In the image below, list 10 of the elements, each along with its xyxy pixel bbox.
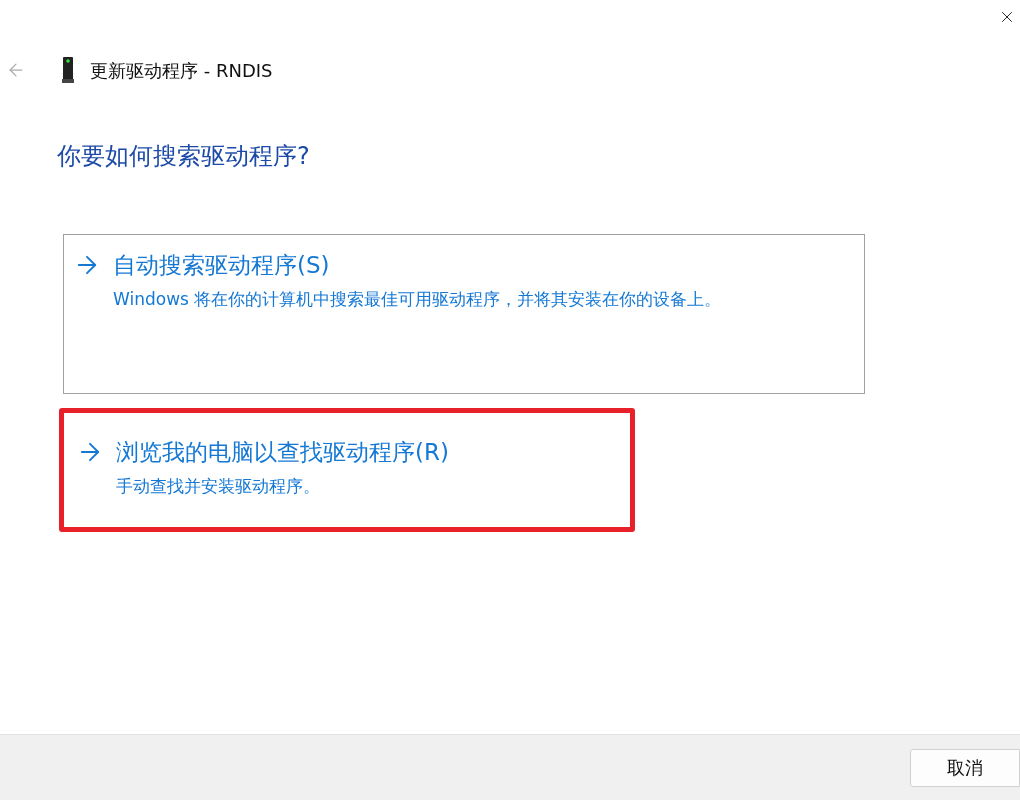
option-title: 自动搜索驱动程序(S) bbox=[113, 251, 330, 280]
device-icon bbox=[62, 57, 74, 83]
option-title: 浏览我的电脑以查找驱动程序(R) bbox=[116, 438, 449, 467]
page-heading: 你要如何搜索驱动程序? bbox=[57, 142, 310, 170]
option-description: 手动查找并安装驱动程序。 bbox=[116, 474, 321, 498]
window-title: 更新驱动程序 - RNDIS bbox=[90, 58, 273, 83]
option-card[interactable]: 浏览我的电脑以查找驱动程序(R) 手动查找并安装驱动程序。 bbox=[59, 408, 635, 532]
option-card[interactable]: 自动搜索驱动程序(S) Windows 将在你的计算机中搜索最佳可用驱动程序，并将其安装在你的设备上。 bbox=[63, 234, 865, 394]
option-description: Windows 将在你的计算机中搜索最佳可用驱动程序，并将其安装在你的设备上。 bbox=[113, 287, 723, 311]
cancel-button[interactable]: 取消 bbox=[910, 748, 1020, 787]
